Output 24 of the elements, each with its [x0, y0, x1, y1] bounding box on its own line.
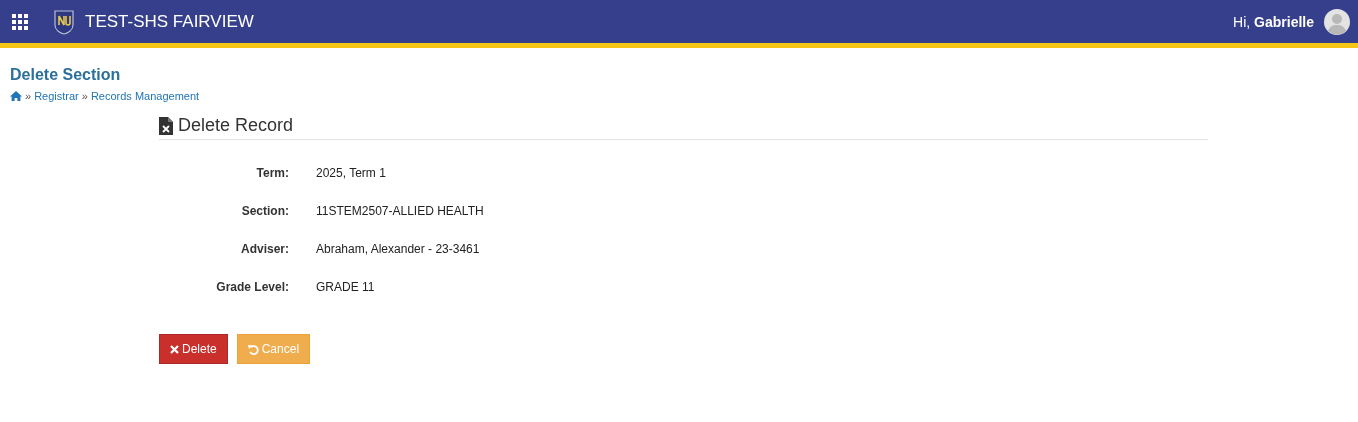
- home-icon[interactable]: [10, 91, 22, 101]
- breadcrumb-separator: »: [25, 90, 32, 102]
- field-value: Abraham, Alexander - 23-3461: [316, 242, 481, 256]
- apps-menu-icon[interactable]: [12, 13, 28, 30]
- user-greeting: Hi, Gabrielle: [1233, 13, 1314, 30]
- app-title: TEST-SHS FAIRVIEW: [85, 11, 254, 32]
- field-label: Adviser:: [239, 242, 289, 256]
- breadcrumb-link[interactable]: Records Management: [90, 90, 200, 102]
- field-value: GRADE 11: [316, 280, 376, 294]
- shield-logo-icon: [53, 8, 75, 35]
- undo-icon: [247, 343, 259, 355]
- delete-button[interactable]: Delete: [159, 334, 228, 364]
- field-label: Section:: [240, 204, 289, 218]
- field-value: 2025, Term 1: [316, 166, 387, 180]
- breadcrumb-separator: »: [81, 90, 88, 102]
- panel-heading: Delete Record: [178, 115, 294, 136]
- field-value: 11STEM2507-ALLIED HEALTH: [316, 204, 485, 218]
- field-label: Term:: [255, 166, 289, 180]
- file-delete-icon: [159, 116, 173, 135]
- close-icon: [170, 344, 179, 354]
- field-label: Grade Level:: [215, 280, 289, 294]
- avatar-icon[interactable]: [1324, 8, 1350, 35]
- breadcrumb-link[interactable]: Registrar: [34, 90, 79, 102]
- page-title: Delete Section: [10, 66, 122, 84]
